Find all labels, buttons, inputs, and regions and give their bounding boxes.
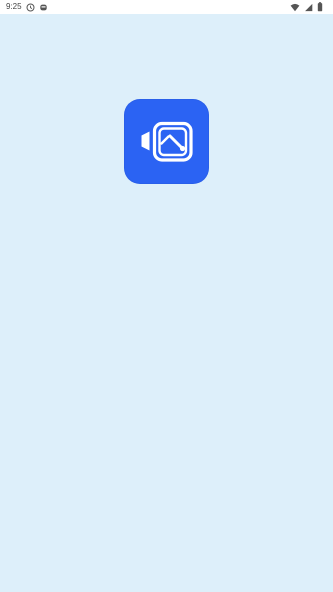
app-icon	[124, 99, 209, 184]
status-bar-right	[290, 0, 323, 14]
status-bar: 9:25	[0, 0, 333, 14]
signal-icon	[304, 3, 313, 12]
wifi-icon	[290, 3, 300, 12]
status-bar-left: 9:25	[6, 0, 48, 14]
status-time: 9:25	[6, 2, 22, 11]
clock-icon	[26, 3, 35, 12]
battery-icon	[317, 2, 323, 12]
screen-recorder-icon	[141, 121, 193, 162]
notification-icon	[39, 3, 48, 12]
